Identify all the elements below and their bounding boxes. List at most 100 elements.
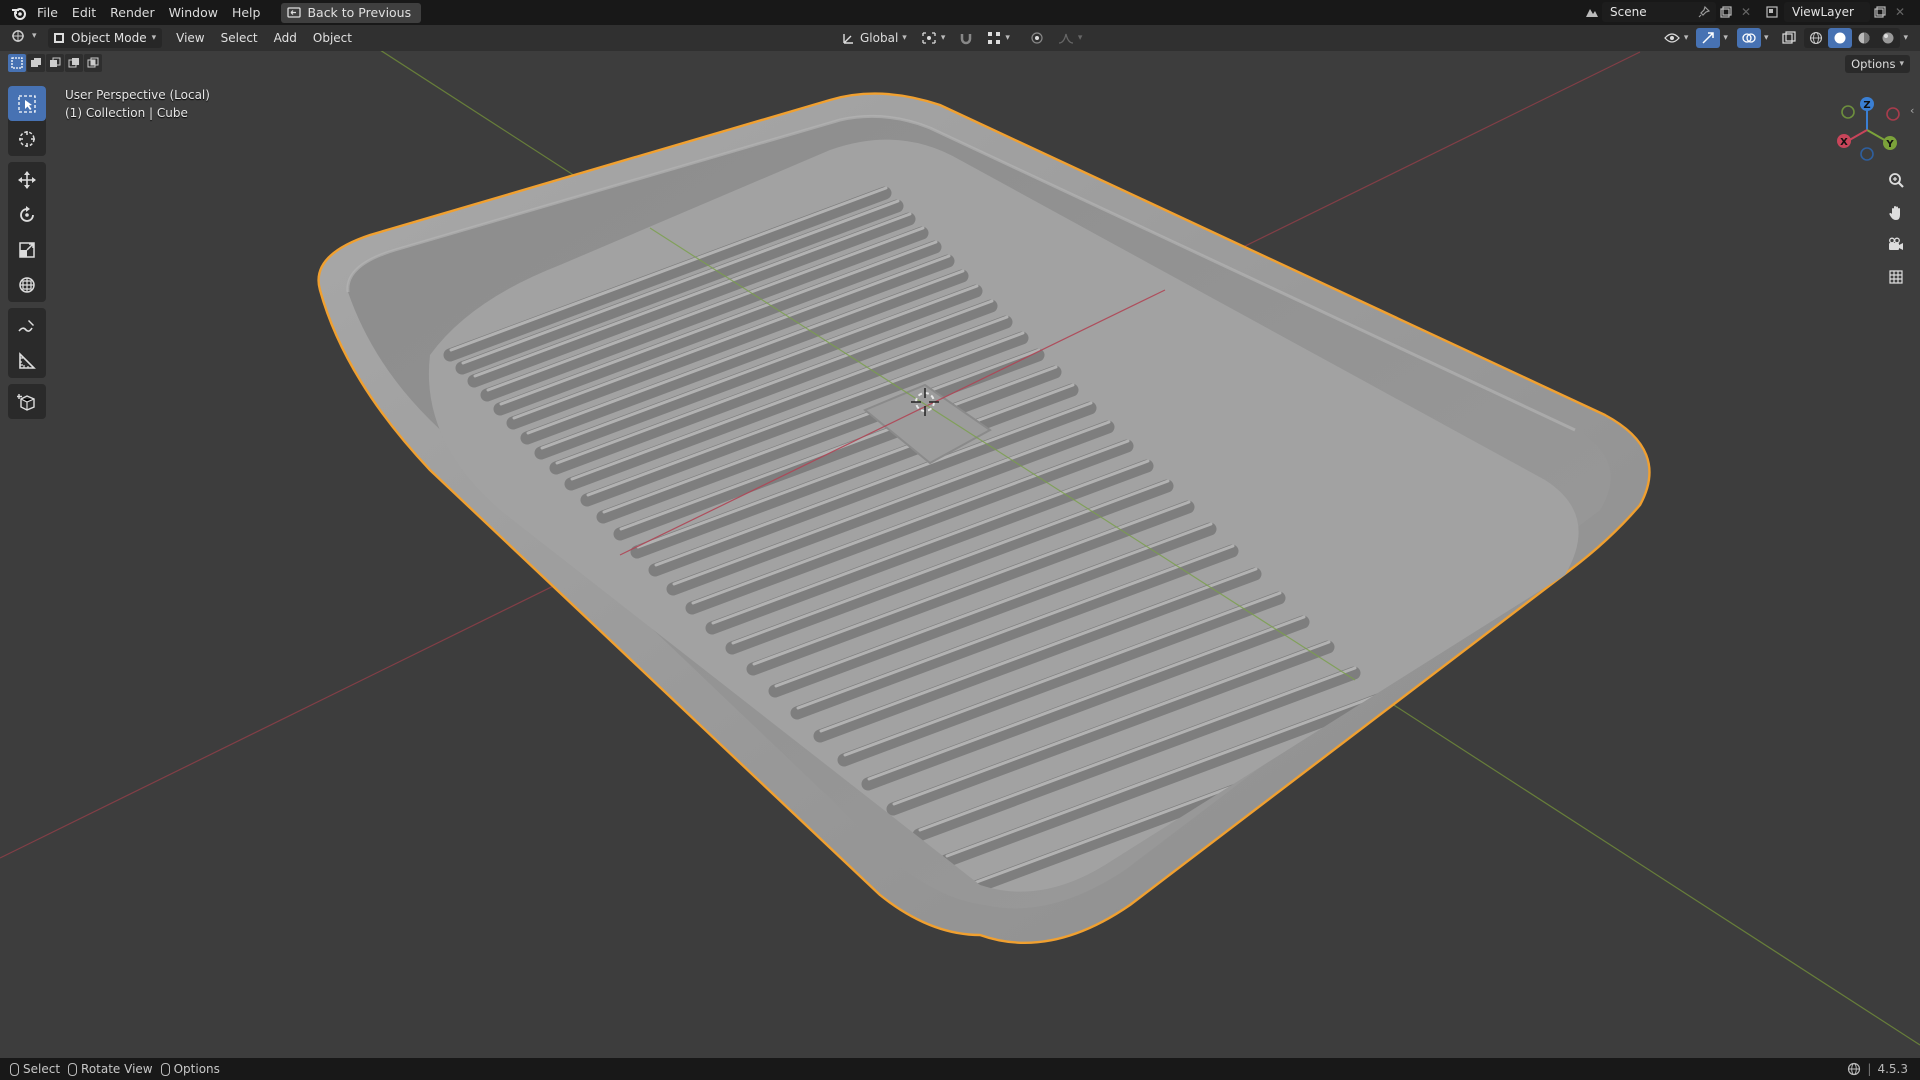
object-mode-label: Object Mode [71,31,147,45]
status-rotate-label: Rotate View [81,1062,153,1076]
options-dropdown[interactable]: Options ▾ [1845,55,1910,73]
select-intersect-icon [87,57,99,68]
snap-toggle[interactable] [954,28,978,48]
menu-help[interactable]: Help [225,3,268,23]
transform-icon [19,276,35,293]
neg-y-axis-handle[interactable] [1841,105,1855,119]
select-extend-button[interactable] [27,54,45,72]
move-tool[interactable] [8,162,46,197]
select-invert-button[interactable] [65,54,83,72]
neg-x-axis-handle[interactable] [1886,107,1900,121]
select-new-button[interactable] [8,54,26,72]
material-shading-button[interactable] [1852,28,1876,48]
orientation-dropdown[interactable]: Global ▾ [837,28,912,48]
screen-back-icon [287,6,302,18]
proportional-edit-toggle[interactable] [1025,28,1049,48]
select-box-tool[interactable] [8,86,46,121]
pivot-point-dropdown[interactable]: ▾ [916,28,951,48]
viewport-canvas[interactable] [0,0,1920,1080]
view-nav-buttons [1882,168,1910,290]
editor-type-icon[interactable]: ▾ [10,28,37,44]
gizmo-toggle[interactable] [1696,28,1721,48]
shading-dropdown-chevron[interactable]: ▾ [1903,33,1908,43]
rendered-shading-button[interactable] [1876,28,1900,48]
viewlayer-browse-icon[interactable] [1764,2,1784,22]
cursor-arrow-icon [18,94,36,113]
hand-icon [1889,206,1900,220]
header-menu-add[interactable]: Add [266,31,305,45]
xray-toggle[interactable] [1777,28,1801,48]
falloff-dropdown[interactable]: ▾ [1053,28,1088,48]
delete-scene-icon[interactable]: ✕ [1736,2,1756,22]
wireframe-shading-button[interactable] [1804,28,1828,48]
back-to-previous-button[interactable]: Back to Previous [281,2,422,23]
falloff-curve-icon [1058,33,1073,44]
header-menu-object[interactable]: Object [305,31,360,45]
solid-shading-button[interactable] [1828,28,1853,48]
pencil-icon [18,319,34,332]
pivot-icon [922,32,936,44]
rotate-tool[interactable] [8,197,46,232]
ruler-icon [19,351,36,369]
zoom-view-button[interactable] [1882,168,1910,194]
scene-name: Scene [1610,5,1647,19]
rendered-sphere-icon [1882,32,1894,44]
magnifier-icon [1889,173,1904,188]
add-cube-icon [17,393,35,411]
measure-tool[interactable] [8,343,46,378]
menu-render[interactable]: Render [103,3,162,23]
menu-file[interactable]: File [30,3,65,23]
select-subtract-button[interactable] [46,54,64,72]
new-viewlayer-icon[interactable] [1870,2,1890,22]
status-select-label: Select [23,1062,61,1076]
pan-view-button[interactable] [1882,200,1910,226]
orientation-icon [843,34,853,44]
z-axis-label: Z [1863,100,1870,111]
y-axis-label: Y [1885,139,1894,150]
overlays-dropdown-chevron[interactable]: ▾ [1764,33,1769,43]
select-new-icon [11,57,23,69]
menu-edit[interactable]: Edit [65,3,103,23]
snap-target-dropdown[interactable]: ▾ [982,28,1015,48]
ortho-toggle-button[interactable] [1882,264,1910,290]
selection-mode-group [8,54,102,72]
visibility-dropdown[interactable]: ▾ [1659,28,1694,48]
transform-tool[interactable] [8,267,46,302]
viewport-right-tools: ▾ ▾ ▾ ▾ [1659,28,1908,48]
material-sphere-icon [1858,32,1870,44]
annotate-tool[interactable] [8,308,46,343]
scene-browse-icon[interactable] [1582,2,1602,22]
shading-mode-group [1804,28,1901,48]
globe-icon[interactable] [1847,1062,1861,1076]
neg-z-axis-handle[interactable] [1860,147,1874,161]
viewlayer-name: ViewLayer [1792,5,1854,19]
gizmo-dropdown-chevron[interactable]: ▾ [1723,33,1728,43]
menu-window[interactable]: Window [162,3,225,23]
status-divider: | [1867,1062,1872,1076]
delete-viewlayer-icon[interactable]: ✕ [1890,2,1910,22]
magnet-icon [961,34,972,45]
pin-icon[interactable] [1698,6,1716,18]
collection-label: (1) Collection | Cube [65,106,188,120]
blender-logo-icon[interactable] [8,2,30,24]
viewlayer-field[interactable]: ViewLayer [1784,2,1870,22]
sidebar-toggle-chevron[interactable]: ‹ [1910,104,1914,117]
tool-shelf [8,86,46,425]
cursor-tool[interactable] [8,121,46,156]
gizmo-icon [1702,32,1715,44]
add-cube-tool[interactable] [8,384,46,419]
new-scene-icon[interactable] [1716,2,1736,22]
proportional-edit-icon [1031,32,1043,44]
scale-tool[interactable] [8,232,46,267]
mouse-right-icon [160,1062,170,1076]
overlays-toggle[interactable] [1736,28,1761,48]
header-menu-select[interactable]: Select [213,31,266,45]
header-menu-view[interactable]: View [168,31,212,45]
cube-icon [54,33,64,43]
scene-field[interactable]: Scene [1602,2,1716,22]
object-mode-dropdown[interactable]: Object Mode ▾ [48,28,163,48]
select-intersect-button[interactable] [84,54,102,72]
status-bar: Select Rotate View Options | 4.5.3 [0,1058,1920,1080]
camera-view-button[interactable] [1882,232,1910,258]
navigation-gizmo[interactable]: Z Y X [1832,92,1902,164]
